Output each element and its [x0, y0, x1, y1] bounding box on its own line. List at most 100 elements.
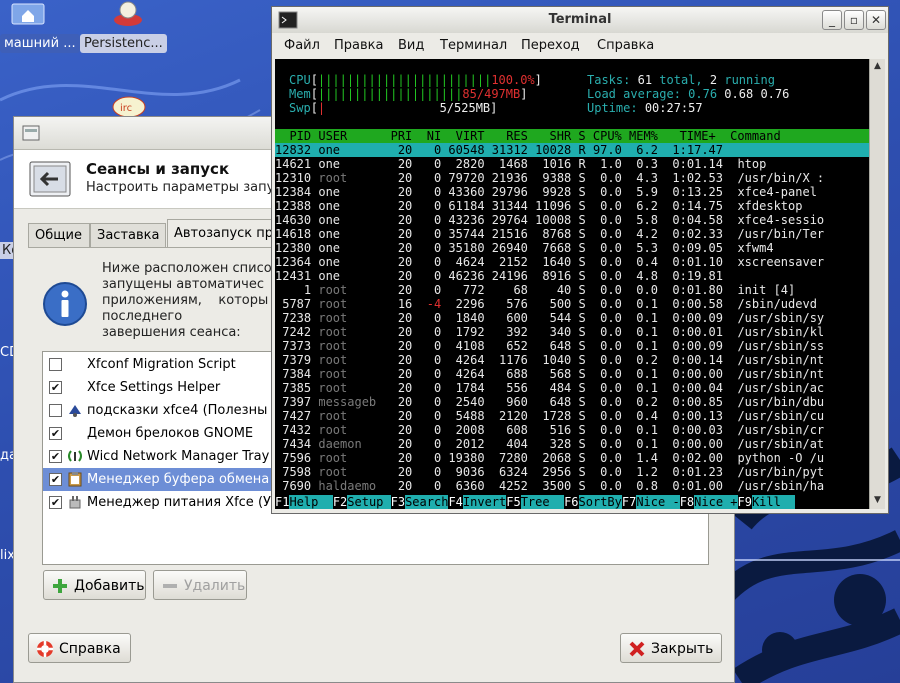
desktop-icon-home[interactable]: [8, 0, 48, 30]
remove-button[interactable]: Удалить: [153, 570, 247, 600]
process-row[interactable]: 7384 root 20 0 4264 688 568 S 0.0 0.1 0:…: [275, 367, 869, 381]
fkey-label[interactable]: Invert: [462, 495, 507, 509]
process-pid: 12384: [275, 185, 319, 199]
process-row[interactable]: 5787 root 16 -4 2296 576 500 S 0.0 0.1 0…: [275, 297, 869, 311]
process-mem: 0.1: [629, 297, 666, 311]
process-row[interactable]: 14621 one 20 0 2820 1468 1016 R 1.0 0.3 …: [275, 157, 869, 171]
fkey-label[interactable]: Kill: [751, 495, 796, 509]
process-mem: 6.2: [629, 143, 666, 157]
menu-file[interactable]: Файл: [284, 38, 320, 53]
process-row[interactable]: 12384 one 20 0 43360 29796 9928 S 0.0 5.…: [275, 185, 869, 199]
item-checkbox[interactable]: [49, 358, 62, 371]
item-checkbox[interactable]: ✔: [49, 496, 62, 509]
process-pri: 20: [390, 325, 420, 339]
terminal-screen[interactable]: CPU[||||||||||||||||||||||||100.0%] Mem[…: [275, 59, 869, 509]
menu-terminal[interactable]: Терминал: [440, 38, 507, 53]
process-pid: 14630: [275, 213, 319, 227]
menu-edit[interactable]: Правка: [334, 38, 383, 53]
terminal-scrollbar[interactable]: ▲ ▼: [869, 59, 885, 509]
process-time: 0:00.85: [665, 395, 738, 409]
process-row[interactable]: 12310 root 20 0 79720 21936 9388 S 0.0 4…: [275, 171, 869, 185]
process-shr: 9388: [535, 171, 579, 185]
tasks-total-label: total,: [659, 73, 703, 87]
window-menu-icon[interactable]: [22, 124, 40, 142]
mem-meter: Mem[||||||||||||||||||||85/497MB]: [289, 87, 528, 101]
process-virt: 2296: [448, 297, 492, 311]
tab-splash[interactable]: Заставка: [90, 223, 166, 247]
process-res: 392: [491, 325, 536, 339]
process-row[interactable]: 7434 daemon 20 0 2012 404 328 S 0.0 0.1 …: [275, 437, 869, 451]
fkey-label[interactable]: Search: [405, 495, 449, 509]
fkey-f9[interactable]: F9: [738, 495, 752, 509]
process-s: S: [578, 241, 593, 255]
process-row[interactable]: 7427 root 20 0 5488 2120 1728 S 0.0 0.4 …: [275, 409, 869, 423]
fkey-f8[interactable]: F8: [680, 495, 694, 509]
fkey-f7[interactable]: F7: [622, 495, 636, 509]
process-row[interactable]: 14630 one 20 0 43236 29764 10008 S 0.0 5…: [275, 213, 869, 227]
fkey-f5[interactable]: F5: [506, 495, 520, 509]
menu-view[interactable]: Вид: [398, 38, 424, 53]
process-row[interactable]: 7242 root 20 0 1792 392 340 S 0.0 0.1 0:…: [275, 325, 869, 339]
menu-help[interactable]: Справка: [597, 38, 654, 53]
scroll-up-arrow[interactable]: ▲: [872, 61, 883, 72]
irc-icon[interactable]: irc: [112, 96, 146, 118]
terminal-titlebar[interactable]: Terminal _ ▫ ✕: [272, 7, 888, 33]
swp-value: 5/525MB: [439, 101, 491, 115]
process-row[interactable]: 7432 root 20 0 2008 608 516 S 0.0 0.1 0:…: [275, 423, 869, 437]
desktop-icon-persistence[interactable]: [108, 0, 148, 30]
desktop-icon-home-label[interactable]: машний ...: [0, 34, 80, 53]
help-button[interactable]: Справка: [28, 633, 131, 663]
help-button-label: Справка: [59, 641, 121, 657]
process-user: root: [318, 381, 391, 395]
process-row[interactable]: 14618 one 20 0 35744 21516 8768 S 0.0 4.…: [275, 227, 869, 241]
tab-general[interactable]: Общие: [28, 223, 90, 247]
item-checkbox[interactable]: ✔: [49, 427, 62, 440]
process-row[interactable]: 7373 root 20 0 4108 652 648 S 0.0 0.1 0:…: [275, 339, 869, 353]
fkey-f6[interactable]: F6: [564, 495, 578, 509]
menu-go[interactable]: Переход: [521, 38, 580, 53]
add-button[interactable]: Добавить: [43, 570, 146, 600]
process-time: 0:00.04: [665, 381, 738, 395]
terminal-close-button[interactable]: ✕: [866, 10, 886, 30]
process-row[interactable]: 7385 root 20 0 1784 556 484 S 0.0 0.1 0:…: [275, 381, 869, 395]
process-row[interactable]: 7690 haldaemo 20 0 6360 4252 3500 S 0.0 …: [275, 479, 869, 493]
fkey-label[interactable]: Tree: [520, 495, 565, 509]
process-row-selected[interactable]: 12832 one 20 0 60548 31312 10028 R 97.0 …: [275, 143, 869, 157]
process-row[interactable]: 12431 one 20 0 46236 24196 8916 S 0.0 4.…: [275, 269, 869, 283]
fkey-f2[interactable]: F2: [333, 495, 347, 509]
process-mem: 0.4: [629, 409, 666, 423]
process-mem: 0.1: [629, 339, 666, 353]
process-row[interactable]: 7596 root 20 0 19380 7280 2068 S 0.0 1.4…: [275, 451, 869, 465]
process-header[interactable]: PID USER PRI NI VIRT RES SHR S CPU% MEM%…: [275, 129, 869, 143]
fkey-label[interactable]: Nice -: [636, 495, 680, 509]
process-row[interactable]: 7379 root 20 0 4264 1176 1040 S 0.0 0.2 …: [275, 353, 869, 367]
process-row[interactable]: 12380 one 20 0 35180 26940 7668 S 0.0 5.…: [275, 241, 869, 255]
item-checkbox[interactable]: ✔: [49, 450, 62, 463]
scroll-down-arrow[interactable]: ▼: [872, 495, 883, 506]
process-row[interactable]: 12364 one 20 0 4624 2152 1640 S 0.0 0.4 …: [275, 255, 869, 269]
close-button[interactable]: Закрыть: [620, 633, 722, 663]
process-cmd: /usr/sbin/sy: [737, 311, 825, 325]
process-shr: 2956: [535, 465, 579, 479]
item-checkbox[interactable]: ✔: [49, 473, 62, 486]
maximize-button[interactable]: ▫: [844, 10, 864, 30]
item-checkbox[interactable]: ✔: [49, 381, 62, 394]
desktop-icon-persistence-label[interactable]: Persistenc...: [80, 34, 167, 53]
fkey-label[interactable]: Nice +: [694, 495, 738, 509]
process-row[interactable]: 7397 messageb 20 0 2540 960 648 S 0.0 0.…: [275, 395, 869, 409]
fkey-label[interactable]: Setup: [347, 495, 391, 509]
process-row[interactable]: 12388 one 20 0 61184 31344 11096 S 0.0 6…: [275, 199, 869, 213]
process-res: 404: [491, 437, 536, 451]
fkey-f1[interactable]: F1: [275, 495, 289, 509]
process-pri: 20: [390, 269, 420, 283]
tab-autostart[interactable]: Автозапуск пр: [167, 219, 287, 248]
process-row[interactable]: 7598 root 20 0 9036 6324 2956 S 0.0 1.2 …: [275, 465, 869, 479]
process-row[interactable]: 1 root 20 0 772 68 40 S 0.0 0.0 0:01.80 …: [275, 283, 869, 297]
fkey-label[interactable]: SortBy: [578, 495, 622, 509]
minimize-button[interactable]: _: [822, 10, 842, 30]
fkey-f3[interactable]: F3: [391, 495, 405, 509]
fkey-label[interactable]: Help: [289, 495, 333, 509]
fkey-f4[interactable]: F4: [448, 495, 462, 509]
item-checkbox[interactable]: [49, 404, 62, 417]
process-row[interactable]: 7238 root 20 0 1840 600 544 S 0.0 0.1 0:…: [275, 311, 869, 325]
